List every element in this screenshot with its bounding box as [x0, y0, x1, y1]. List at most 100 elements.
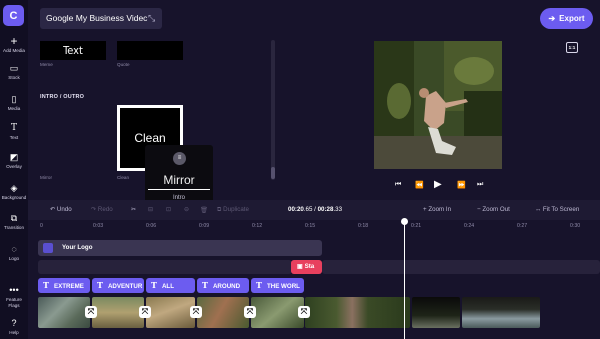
logo-icon: ◌ [11, 244, 17, 254]
mirror-line [148, 189, 210, 190]
clean-caption: Clean [117, 175, 130, 180]
sidebar-item-label: Background [1, 195, 27, 200]
current-time: 00:20 [288, 206, 304, 213]
sidebar-item-label: Help [9, 330, 19, 335]
library-scrollbar[interactable] [271, 40, 275, 180]
transition-icon[interactable]: ⤧ [244, 306, 256, 318]
ruler-tick: 0:21 [411, 223, 422, 229]
text-clip[interactable]: T EXTREME [38, 278, 90, 293]
sidebar-item-help[interactable]: ? Help [0, 318, 28, 335]
split-icon[interactable]: ⊟ [148, 206, 153, 213]
meme-template[interactable]: Text [40, 41, 106, 60]
expand-icon[interactable]: ⤡ [148, 13, 155, 24]
text-clip[interactable]: T THE WORL [251, 278, 304, 293]
background-icon: ◈ [10, 183, 18, 193]
video-clip[interactable] [251, 297, 304, 328]
video-preview[interactable] [374, 41, 502, 169]
zoom-out-label: Zoom Out [482, 206, 510, 213]
scissors-icon[interactable]: ✂ [131, 206, 136, 213]
preview-image [374, 41, 502, 169]
sidebar-item-transition[interactable]: ⧉ Transition [0, 213, 28, 230]
video-clip[interactable] [462, 297, 540, 328]
fit-to-screen-button[interactable]: ↔ Fit To Screen [535, 206, 579, 213]
redo-button[interactable]: ↷ Redo [91, 206, 113, 213]
export-button[interactable]: ➔ Export [540, 8, 593, 29]
text-clip[interactable]: T ALL [146, 278, 195, 293]
sidebar-item-feature-flags[interactable]: ••• Feature Flags [0, 285, 28, 308]
text-clip-label: ADVENTUR [107, 283, 143, 290]
sidebar-item-label: Text [9, 135, 19, 140]
library-scroll-thumb[interactable] [271, 167, 275, 179]
logo-letter: C [9, 9, 18, 22]
transition-icon[interactable]: ⤧ [298, 306, 310, 318]
skip-end-button[interactable]: ⏭ [477, 181, 483, 189]
undo-label: Undo [56, 206, 72, 213]
duplicate-button[interactable]: ⧉ Duplicate [217, 206, 249, 214]
text-icon: T [43, 280, 49, 290]
drag-handle-icon[interactable]: ≡ [173, 152, 186, 165]
playhead[interactable] [404, 221, 406, 339]
sidebar-item-logo[interactable]: ◌ Logo [0, 244, 28, 261]
overlay-icon: ◩ [9, 152, 19, 162]
transition-icon[interactable]: ⤧ [85, 306, 97, 318]
mirror-caption: Mirror [40, 175, 52, 180]
quote-caption: Quote [117, 62, 130, 67]
rewind-button[interactable]: ⏪ [415, 181, 424, 189]
app-logo[interactable]: C [3, 5, 24, 26]
video-clip[interactable] [38, 297, 90, 328]
sidebar-item-stock[interactable]: ▭ Stock [0, 63, 28, 80]
project-title-input[interactable]: Google My Business Videc [40, 8, 162, 29]
quote-template[interactable] [117, 41, 183, 60]
meme-caption: Meme [40, 62, 53, 67]
text-clip-label: AROUND [212, 283, 241, 290]
sidebar-item-text[interactable]: T Text [0, 123, 28, 140]
sidebar-item-label: Logo [8, 256, 20, 261]
transition-icon[interactable]: ⤧ [190, 306, 202, 318]
zoom-out-button[interactable]: − Zoom Out [477, 206, 510, 213]
adjust-icon[interactable]: ⊖ [184, 206, 189, 213]
crop-icon[interactable]: ⊡ [166, 206, 171, 213]
fast-forward-button[interactable]: ⏩ [457, 181, 466, 189]
plus-icon: + [10, 34, 18, 48]
sidebar-item-label: Media [7, 106, 21, 111]
undo-button[interactable]: ↶ Undo [50, 206, 72, 213]
video-clip[interactable] [146, 297, 195, 328]
sidebar-item-label: Add Media [3, 48, 25, 53]
fit-label: Fit To Screen [542, 206, 580, 213]
text-icon: T [202, 280, 208, 290]
overlay-track [38, 260, 292, 274]
sidebar-item-overlay[interactable]: ◩ Overlay [0, 152, 28, 169]
delete-icon[interactable]: 🗑 [200, 206, 208, 214]
export-label: Export [559, 14, 585, 23]
sticker-clip-label: ▣ Sta [297, 263, 314, 270]
text-clip[interactable]: T ADVENTUR [92, 278, 144, 293]
video-clip[interactable] [305, 297, 410, 328]
logo-track-label: Your Logo [62, 244, 93, 251]
text-icon: T [97, 280, 103, 290]
text-clip-label: THE WORL [266, 283, 300, 290]
video-clip[interactable] [412, 297, 460, 328]
sidebar-item-media[interactable]: ▯ Media [0, 94, 28, 111]
play-button[interactable]: ▶ [434, 179, 442, 190]
zoom-in-button[interactable]: + Zoom In [423, 206, 451, 213]
duplicate-icon: ⧉ [217, 206, 222, 213]
skip-start-button[interactable]: ⏮ [395, 181, 401, 189]
stock-icon: ▭ [9, 63, 19, 73]
template-title: Text [63, 44, 83, 57]
video-clip[interactable] [197, 297, 249, 328]
duplicate-label: Duplicate [223, 206, 249, 213]
ruler-tick: 0:03 [93, 223, 104, 229]
transition-icon[interactable]: ⤧ [139, 306, 151, 318]
overlay-track-rest [322, 260, 600, 274]
aspect-ratio-button[interactable]: 1:1 [566, 42, 578, 53]
sidebar-item-add-media[interactable]: + Add Media [0, 34, 28, 53]
ruler-tick: 0:27 [517, 223, 528, 229]
time-readout: 00:20.65 / 00:28.33 [288, 206, 342, 213]
zoom-in-icon: + [423, 206, 427, 213]
video-clip[interactable] [92, 297, 144, 328]
playhead-handle[interactable] [401, 218, 408, 225]
zoom-in-label: Zoom In [428, 206, 452, 213]
zoom-out-icon: − [477, 206, 481, 213]
text-clip[interactable]: T AROUND [197, 278, 249, 293]
sidebar-item-background[interactable]: ◈ Background [0, 183, 28, 200]
